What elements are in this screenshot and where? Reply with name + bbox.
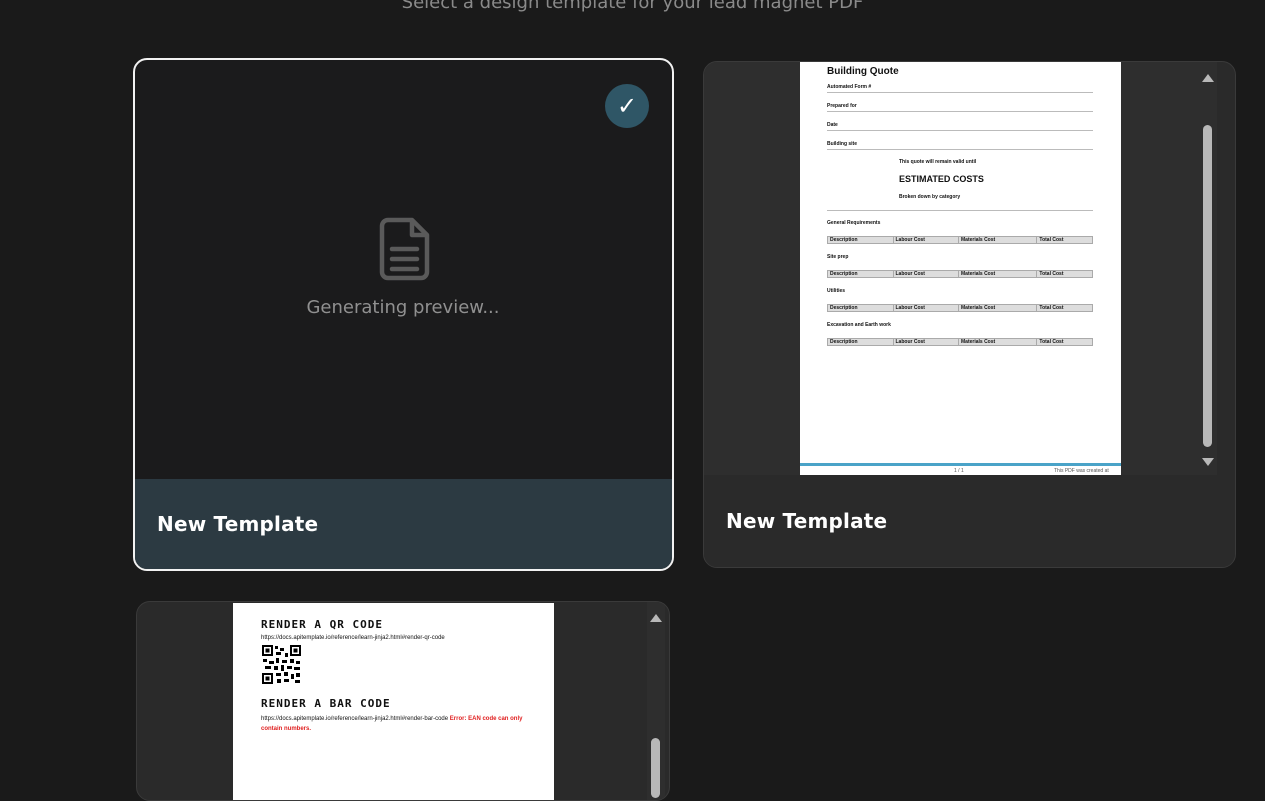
preview-scrollbar[interactable] [647,602,665,800]
col-labour: Labour Cost [894,237,959,243]
doc-field: Building site [827,141,1093,150]
template-title: New Template [157,512,319,536]
template-card-2[interactable]: Building Quote Automated Form # Prepared… [703,61,1236,568]
doc-section: General Requirements [827,220,881,226]
doc-heading: RENDER A BAR CODE [261,697,391,710]
pdf-preview-page: Building Quote Automated Form # Prepared… [800,62,1121,476]
doc-field: Date [827,122,1093,131]
doc-link-text: https://docs.apitemplate.io/reference/le… [261,714,531,734]
doc-section: Site prep [827,254,849,260]
template-card-1[interactable]: ✓ Generating preview... New Template [133,58,674,571]
col-total: Total Cost [1039,237,1064,243]
col-labour: Labour Cost [894,339,959,345]
template-title: New Template [726,509,888,533]
doc-section: Excavation and Earth work [827,322,891,328]
card-footer: New Template [135,479,672,569]
scroll-up-icon[interactable] [650,614,662,622]
col-labour: Labour Cost [894,305,959,311]
col-total: Total Cost [1039,339,1064,345]
doc-footer-bar [800,463,1121,466]
col-description: Description [828,339,894,345]
doc-heading: RENDER A QR CODE [261,618,383,631]
pdf-preview-page: RENDER A QR CODE https://docs.apitemplat… [233,603,554,800]
doc-divider [827,210,1093,211]
page-subtitle: Select a design template for your lead m… [401,0,864,13]
col-labour: Labour Cost [894,271,959,277]
preview-scrollbar[interactable] [1199,62,1217,476]
checkmark-icon: ✓ [616,92,638,120]
col-description: Description [828,237,894,243]
doc-table-header: Description Labour Cost Materials Cost T… [827,270,1093,278]
generating-status: Generating preview... [306,297,500,318]
doc-heading: ESTIMATED COSTS [899,174,984,184]
doc-field: Prepared for [827,103,1093,112]
doc-link-text: https://docs.apitemplate.io/reference/le… [261,635,445,641]
doc-subheading: Broken down by category [899,194,961,200]
card-footer: New Template [704,475,1235,567]
doc-valid-note: This quote will remain valid until [899,159,977,165]
col-materials: Materials Cost [959,271,1038,277]
col-description: Description [828,271,894,277]
doc-page-number: 1 / 1 [954,468,964,474]
template-preview: Building Quote Automated Form # Prepared… [704,62,1217,476]
doc-title: Building Quote [827,66,899,77]
doc-table-header: Description Labour Cost Materials Cost T… [827,236,1093,244]
col-total: Total Cost [1039,305,1064,311]
scroll-down-icon[interactable] [1202,458,1214,466]
doc-table-header: Description Labour Cost Materials Cost T… [827,304,1093,312]
scrollbar-thumb[interactable] [1203,125,1212,447]
doc-section: Utilities [827,288,846,294]
scrollbar-thumb[interactable] [651,738,660,798]
selected-badge: ✓ [605,84,649,128]
scroll-up-icon[interactable] [1202,74,1214,82]
col-materials: Materials Cost [959,237,1038,243]
qr-code-icon [261,644,302,685]
document-icon [379,217,430,281]
col-materials: Materials Cost [959,339,1038,345]
col-materials: Materials Cost [959,305,1038,311]
col-description: Description [828,305,894,311]
doc-table-header: Description Labour Cost Materials Cost T… [827,338,1093,346]
doc-field: Automated Form # [827,84,1093,93]
doc-footer-note: This PDF was created at [1054,468,1109,474]
bar-url-text: https://docs.apitemplate.io/reference/le… [261,716,449,722]
template-card-3[interactable]: RENDER A QR CODE https://docs.apitemplat… [136,601,670,801]
col-total: Total Cost [1039,271,1064,277]
